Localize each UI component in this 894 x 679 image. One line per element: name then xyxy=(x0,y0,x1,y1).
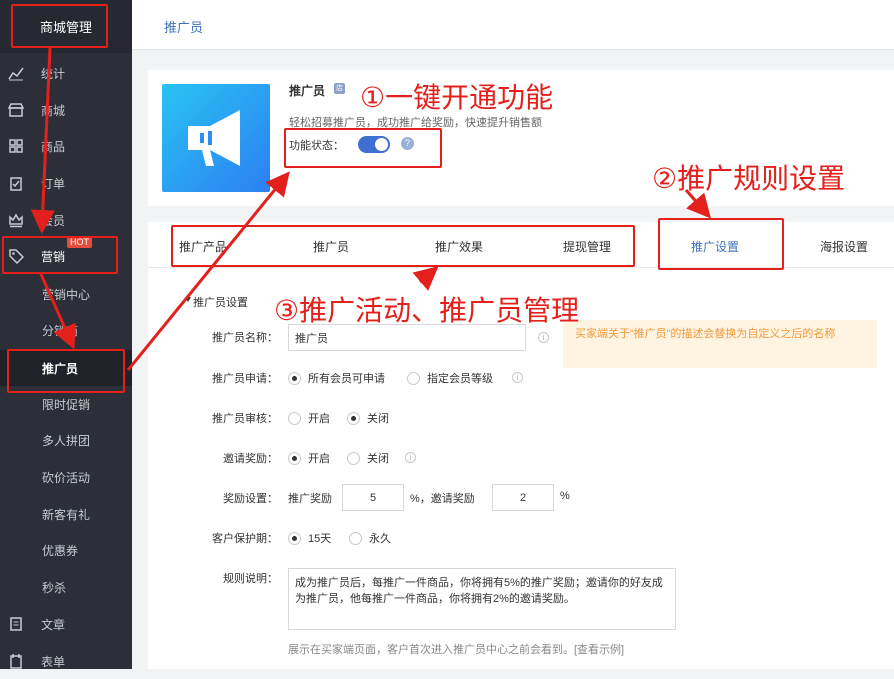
sidebar-sub-marketing-center[interactable]: 营销中心 xyxy=(0,276,132,312)
invite-on-radio[interactable]: 开启 xyxy=(288,450,330,466)
annotation-box-promoter xyxy=(7,349,125,393)
radio-label: 15天 xyxy=(308,533,332,545)
sidebar-sub-bargain[interactable]: 砍价活动 xyxy=(0,459,132,495)
name-label: 推广员名称： xyxy=(212,332,278,344)
info-icon[interactable]: i xyxy=(512,372,523,383)
annotation-step2: ②推广规则设置 xyxy=(652,162,846,195)
sidebar-item-label: 商城 xyxy=(41,103,66,118)
chart-icon xyxy=(8,65,24,81)
annotation-box-settings-tab xyxy=(658,218,784,270)
sidebar-item-label: 商品 xyxy=(41,139,66,154)
top-bar: 推广员 xyxy=(132,0,894,50)
invite-reward-input[interactable]: 2 xyxy=(492,484,554,511)
clipboard-icon xyxy=(8,175,24,191)
sidebar-item-articles[interactable]: 文章 xyxy=(0,606,132,642)
document-icon xyxy=(8,616,24,632)
sidebar-item-label: 表单 xyxy=(41,654,66,669)
radio-label: 永久 xyxy=(369,533,391,545)
form-icon xyxy=(8,653,24,669)
annotation-step1: ①一键开通功能 xyxy=(360,81,554,114)
info-icon[interactable]: i xyxy=(405,452,416,463)
radio-dot xyxy=(288,411,301,425)
radio-dot xyxy=(347,451,360,465)
sidebar-item-label: 统计 xyxy=(41,66,66,81)
radio-dot xyxy=(407,371,420,385)
radio-label: 开启 xyxy=(308,453,330,465)
radio-dot xyxy=(288,371,301,385)
sidebar-sub-distributor[interactable]: 分销商 xyxy=(0,312,132,348)
annotation-box-brand xyxy=(11,4,108,48)
radio-dot xyxy=(288,451,301,465)
radio-label: 指定会员等级 xyxy=(427,373,493,385)
promote-reward-label: 推广奖励 xyxy=(288,493,332,505)
sidebar-item-label: 文章 xyxy=(41,617,66,632)
radio-dot xyxy=(349,531,362,545)
feature-title: 推广员 xyxy=(289,84,326,98)
protect-label: 客户保护期： xyxy=(212,533,278,545)
apply-label: 推广员申请： xyxy=(212,373,278,385)
review-label: 推广员审核： xyxy=(212,413,278,425)
tab-poster-settings[interactable]: 海报设置 xyxy=(820,238,868,255)
sidebar-item-members[interactable]: 会员 xyxy=(0,202,132,238)
apply-level-radio[interactable]: 指定会员等级 xyxy=(407,370,493,386)
promoter-logo xyxy=(162,84,270,192)
store-icon xyxy=(8,102,24,118)
sidebar-item-orders[interactable]: 订单 xyxy=(0,165,132,201)
info-icon[interactable]: i xyxy=(538,332,549,343)
annotation-box-marketing xyxy=(2,236,118,274)
radio-dot xyxy=(347,411,360,425)
sidebar-item-forms[interactable]: 表单 xyxy=(0,643,132,679)
sidebar-item-label: 会员 xyxy=(41,213,66,228)
promote-reward-input[interactable]: 5 xyxy=(342,484,404,511)
name-tip: 买家端关于“推广员”的描述会替换为自定义之后的名称 xyxy=(563,320,877,368)
radio-label: 开启 xyxy=(308,413,330,425)
radio-dot xyxy=(288,531,301,545)
grid-icon xyxy=(8,138,24,154)
invite-label: 邀请奖励： xyxy=(223,453,278,465)
radio-label: 关闭 xyxy=(367,413,389,425)
section-header[interactable]: 推广员设置 xyxy=(185,294,248,310)
caret-down-icon xyxy=(185,297,191,302)
crown-icon xyxy=(8,212,24,228)
sidebar-sub-seckill[interactable]: 秒杀 xyxy=(0,569,132,605)
sidebar: 商城管理 统计 商城 商品 订单 会员 营销 HOT 营销中心 分销商 推广员 … xyxy=(0,0,132,669)
protect-15-radio[interactable]: 15天 xyxy=(288,530,331,546)
protect-forever-radio[interactable]: 永久 xyxy=(349,530,391,546)
section-title: 推广员设置 xyxy=(193,297,248,309)
radio-label: 所有会员可申请 xyxy=(308,373,385,385)
apply-all-radio[interactable]: 所有会员可申请 xyxy=(288,370,385,386)
megaphone-icon xyxy=(188,110,240,166)
rules-label: 规则说明： xyxy=(223,573,278,585)
review-off-radio[interactable]: 关闭 xyxy=(347,410,389,426)
invite-reward-label: %，邀请奖励 xyxy=(410,493,475,505)
sidebar-sub-new-customer[interactable]: 新客有礼 xyxy=(0,496,132,532)
rules-textarea[interactable]: 成为推广员后，每推广一件商品，你将拥有5%的推广奖励；邀请你的好友成为推广员，他… xyxy=(288,568,676,630)
annotation-box-toggle xyxy=(284,128,442,168)
annotation-step3: ③推广活动、推广员管理 xyxy=(274,294,580,327)
sidebar-item-label: 订单 xyxy=(41,176,66,191)
sidebar-item-goods[interactable]: 商品 xyxy=(0,128,132,164)
radio-label: 关闭 xyxy=(367,453,389,465)
breadcrumb[interactable]: 推广员 xyxy=(164,17,203,36)
rules-note[interactable]: 展示在买家端页面，客户首次进入推广员中心之前会看到。[查看示例] xyxy=(288,641,624,657)
sidebar-sub-group-buy[interactable]: 多人拼团 xyxy=(0,422,132,458)
sidebar-item-stats[interactable]: 统计 xyxy=(0,55,132,91)
sidebar-sub-coupon[interactable]: 优惠券 xyxy=(0,532,132,568)
reward-label: 奖励设置： xyxy=(223,493,278,505)
invite-off-radio[interactable]: 关闭 xyxy=(347,450,389,466)
review-on-radio[interactable]: 开启 xyxy=(288,410,330,426)
store-badge: 店 xyxy=(334,83,345,94)
percent-sign: % xyxy=(560,490,570,502)
annotation-box-tabs xyxy=(171,225,635,267)
sidebar-item-store[interactable]: 商城 xyxy=(0,92,132,128)
